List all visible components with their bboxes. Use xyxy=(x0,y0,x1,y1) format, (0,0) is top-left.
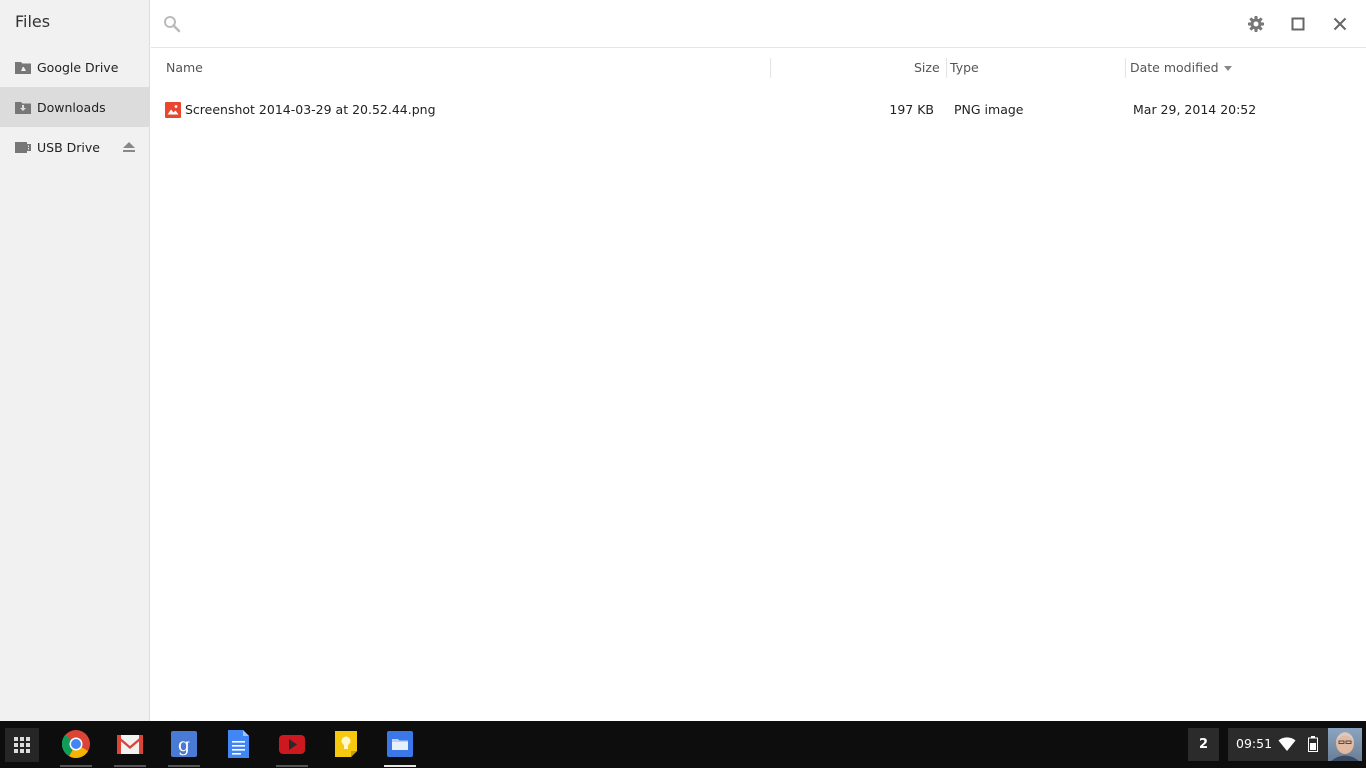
grid-icon xyxy=(14,737,30,753)
files-app-window: Files Google Drive Downloads USB Drive N… xyxy=(0,0,1366,721)
downloads-folder-icon xyxy=(15,102,31,114)
app-title: Files xyxy=(15,12,51,31)
notification-count-badge[interactable]: 2 xyxy=(1188,728,1219,761)
column-header-label: Date modified xyxy=(1130,60,1219,75)
running-indicator xyxy=(60,765,92,767)
column-divider[interactable] xyxy=(946,58,947,78)
status-tray[interactable]: 09:51 xyxy=(1228,728,1362,761)
google-drive-folder-icon xyxy=(15,62,31,74)
gear-icon[interactable] xyxy=(1246,14,1266,34)
file-type: PNG image xyxy=(954,102,1024,117)
file-date-modified: Mar 29, 2014 20:52 xyxy=(1133,102,1257,117)
running-indicator-active xyxy=(384,765,416,767)
column-header-size[interactable]: Size xyxy=(914,60,940,75)
google-search-icon[interactable]: g xyxy=(168,728,200,760)
files-app-icon[interactable] xyxy=(384,728,416,760)
column-header-type[interactable]: Type xyxy=(950,60,979,75)
google-docs-icon[interactable] xyxy=(222,728,254,760)
avatar xyxy=(1328,728,1362,761)
toolbar xyxy=(151,0,1366,48)
column-header-name[interactable]: Name xyxy=(166,60,203,75)
shelf: g 2 09:51 xyxy=(0,721,1366,768)
sidebar-item-downloads[interactable]: Downloads xyxy=(0,87,150,127)
file-row[interactable]: Screenshot 2014-03-29 at 20.52.44.png 19… xyxy=(151,94,1366,126)
eject-icon[interactable] xyxy=(122,141,136,153)
gmail-icon[interactable] xyxy=(114,728,146,760)
sidebar-item-usb-drive[interactable]: USB Drive xyxy=(0,127,150,167)
chrome-icon[interactable] xyxy=(60,728,92,760)
wifi-icon xyxy=(1278,737,1296,751)
sidebar-item-label: Google Drive xyxy=(37,59,119,75)
sidebar-item-label: USB Drive xyxy=(37,139,100,155)
file-name: Screenshot 2014-03-29 at 20.52.44.png xyxy=(185,102,436,117)
running-indicator xyxy=(168,765,200,767)
google-keep-icon[interactable] xyxy=(330,728,362,760)
file-size: 197 KB xyxy=(889,102,934,117)
close-icon[interactable] xyxy=(1330,14,1350,34)
column-headers: Name Size Type Date modified xyxy=(151,49,1366,87)
battery-icon xyxy=(1308,736,1318,752)
user-photo-icon xyxy=(1331,732,1359,761)
clock: 09:51 xyxy=(1236,736,1273,751)
column-divider[interactable] xyxy=(770,58,771,78)
maximize-icon[interactable] xyxy=(1288,14,1308,34)
search-icon[interactable] xyxy=(163,15,181,33)
sort-descending-icon xyxy=(1223,66,1232,71)
sidebar-item-google-drive[interactable]: Google Drive xyxy=(0,47,150,87)
youtube-icon[interactable] xyxy=(276,728,308,760)
column-divider[interactable] xyxy=(1125,58,1126,78)
app-launcher-button[interactable] xyxy=(5,728,39,762)
sidebar: Files Google Drive Downloads USB Drive xyxy=(0,0,150,721)
running-indicator xyxy=(276,765,308,767)
sidebar-item-label: Downloads xyxy=(37,99,106,115)
running-indicator xyxy=(114,765,146,767)
image-file-icon xyxy=(165,102,181,118)
svg-text:g: g xyxy=(178,734,190,756)
column-header-date-modified[interactable]: Date modified xyxy=(1130,60,1232,75)
usb-drive-icon xyxy=(15,142,31,153)
search-input[interactable] xyxy=(187,12,787,36)
